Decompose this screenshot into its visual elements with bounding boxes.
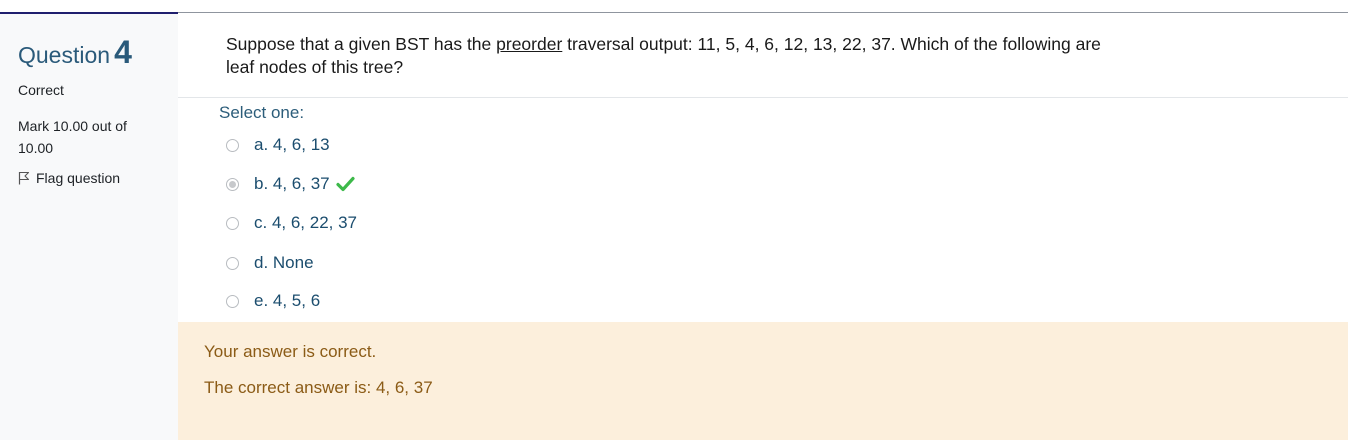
answer-option-e[interactable]: e. 4, 5, 6: [226, 291, 320, 311]
flag-question-label: Flag question: [36, 170, 121, 186]
answer-option-d[interactable]: d. None: [226, 253, 314, 273]
answer-option-c[interactable]: c. 4, 6, 22, 37: [226, 213, 357, 233]
answer-option-label: e. 4, 5, 6: [254, 291, 321, 310]
answer-option-label: d. None: [254, 253, 314, 272]
question-label: Question: [18, 42, 111, 68]
radio-button-selected[interactable]: [226, 177, 239, 191]
answer-option-label: a. 4, 6, 13: [254, 135, 330, 154]
question-info-panel: Question 4 Correct Mark 10.00 out of 10.0…: [0, 14, 178, 440]
answer-option-b[interactable]: b. 4, 6, 37: [226, 174, 355, 194]
question-title: Question 4: [18, 34, 132, 71]
answer-prompt: Select one:: [219, 103, 305, 122]
question-text: Suppose that a given BST has the preorde…: [226, 33, 1126, 79]
flag-question-button[interactable]: Flag question: [18, 170, 120, 186]
checkmark-icon: [336, 176, 355, 192]
question-grade: Mark 10.00 out of 10.00: [18, 118, 127, 156]
answer-option-label: c. 4, 6, 22, 37: [254, 213, 358, 232]
radio-button[interactable]: [226, 138, 239, 152]
question-state: Correct: [18, 82, 64, 98]
question-text-start: Suppose that a given BST has the: [226, 34, 497, 54]
question-text-underlined: preorder: [496, 34, 563, 54]
top-rule: [178, 12, 1348, 13]
feedback-correct-answer: The correct answer is: 4, 6, 37: [204, 378, 433, 397]
question-number: 4: [114, 34, 132, 70]
flag-icon: [18, 171, 30, 185]
answer-option-label: b. 4, 6, 37: [254, 174, 330, 193]
answer-option-a[interactable]: a. 4, 6, 13: [226, 135, 330, 155]
feedback-panel: Your answer is correct. The correct answ…: [178, 322, 1348, 440]
radio-button[interactable]: [226, 256, 239, 270]
feedback-status: Your answer is correct.: [204, 342, 377, 361]
radio-button[interactable]: [226, 294, 239, 308]
question-divider: [178, 97, 1348, 98]
radio-button[interactable]: [226, 216, 239, 230]
